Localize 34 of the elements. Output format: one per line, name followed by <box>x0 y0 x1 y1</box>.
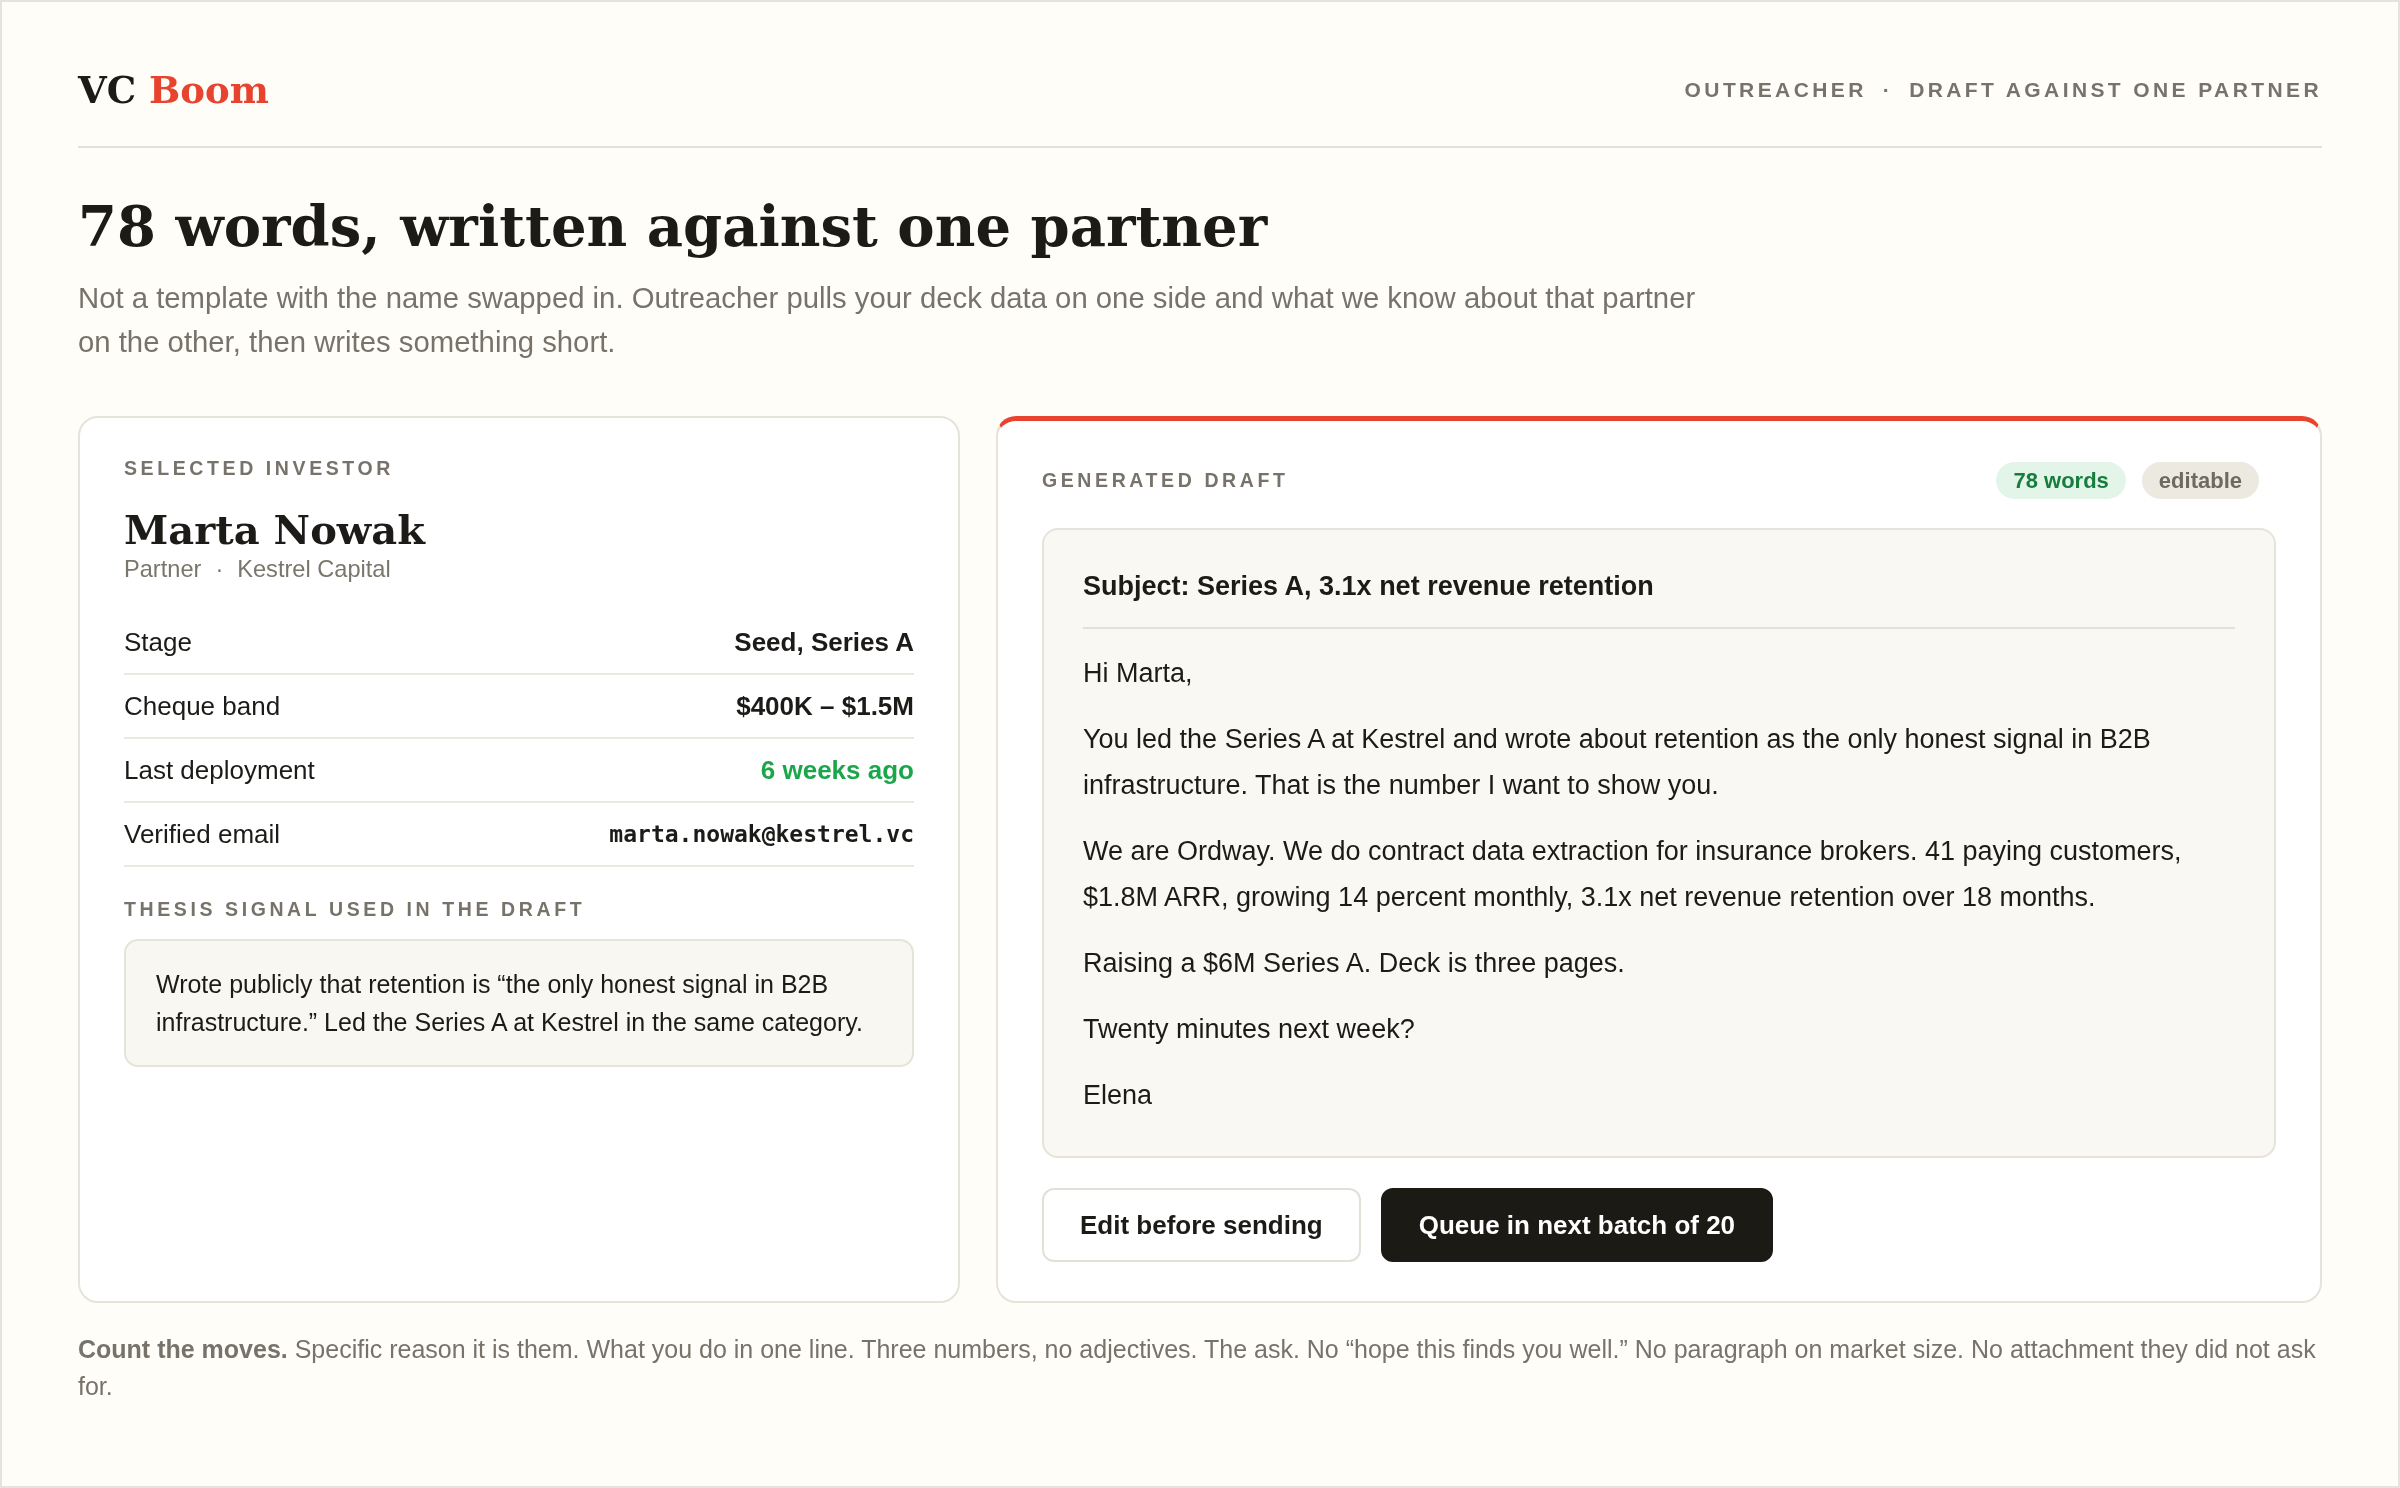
product-name: OUTREACHER <box>1684 78 1867 102</box>
email-paragraph: You led the Series A at Kestrel and wrote about retention as the only honest signal in B2B infrastructure. That is the number I want to show you. <box>1083 723 2152 802</box>
fact-label: Verified email <box>124 818 281 850</box>
fact-value: marta.nowak@kestrel.vc <box>609 821 914 847</box>
email-paragraph: Hi Marta, <box>1083 657 1194 690</box>
fact-value: 6 weeks ago <box>760 754 914 786</box>
investor-role: Partner <box>124 555 202 583</box>
separator-dot: · <box>1882 78 1894 102</box>
thesis-quote: Wrote publicly that retention is “the only honest signal in B2B infrastructure.” Led the Series A at Kestrel in the same category. <box>124 939 914 1067</box>
queue-button[interactable]: Queue in next batch of 20 <box>1380 1188 1774 1262</box>
section-label: THESIS SIGNAL USED IN THE DRAFT <box>124 897 587 921</box>
fact-label: Stage <box>124 626 192 658</box>
fact-label: Cheque band <box>124 690 281 722</box>
fact-value: Seed, Series A <box>734 626 914 658</box>
email-paragraph: Raising a $6M Series A. Deck is three pages. <box>1083 947 1626 980</box>
fact-value: $400K – $1.5M <box>736 690 914 722</box>
edit-button[interactable]: Edit before sending <box>1042 1188 1361 1262</box>
page-name: DRAFT AGAINST ONE PARTNER <box>1909 78 2322 102</box>
brand-logo: VC Boom <box>78 67 269 114</box>
page-title: 78 words, written against one partner <box>78 192 1269 261</box>
word-count-badge: 78 words <box>1996 461 2126 499</box>
page-subtitle: Not a template with the name swapped in. Outreacher pulls your deck data on one side and what we know about that partner on the other, then writes something short. <box>78 280 1697 360</box>
status-badge: editable <box>2141 461 2259 499</box>
email-paragraph: We are Ordway. We do contract data extraction for insurance brokers. 41 paying customers, $1.8M ARR, growing 14 percent monthly, 3.1x net revenue retention over 18 months. <box>1083 835 2183 914</box>
footer-note: Count the moves. Specific reason it is them. What you do in one line. Three numbers, no adjectives. The ask. No “hope this finds you well.” No paragraph on market size. No attachment they did not ask for. <box>78 1334 2317 1402</box>
email-subject: Subject: Series A, 3.1x net revenue retention <box>1083 567 2235 629</box>
fact-label: Last deployment <box>124 754 315 786</box>
investor-firm: Kestrel Capital <box>237 555 391 583</box>
investor-name: Marta Nowak <box>124 505 427 555</box>
email-paragraph: Twenty minutes next week? <box>1083 1013 1416 1046</box>
section-label: SELECTED INVESTOR <box>124 456 395 480</box>
section-label: GENERATED DRAFT <box>1042 468 1289 492</box>
email-paragraph: Elena <box>1083 1079 1154 1112</box>
separator-dot: · <box>215 555 224 583</box>
